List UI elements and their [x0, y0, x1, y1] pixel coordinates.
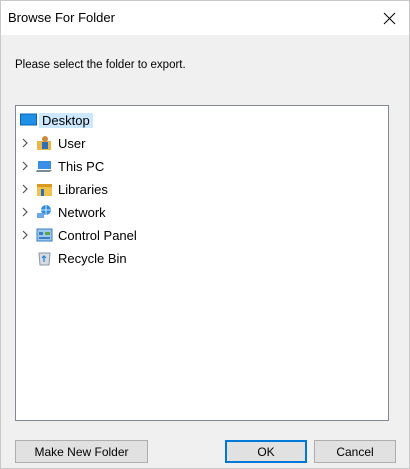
- control-panel-icon: [36, 227, 53, 243]
- folder-tree[interactable]: Desktop User This PC Libraries Network C…: [15, 105, 389, 421]
- expand-chevron-icon[interactable]: [20, 225, 30, 245]
- tree-item-control-panel[interactable]: Control Panel: [20, 225, 137, 245]
- tree-item-label: Recycle Bin: [58, 250, 127, 266]
- cancel-button[interactable]: Cancel: [314, 440, 396, 463]
- tree-item-network[interactable]: Network: [20, 202, 106, 222]
- make-new-folder-button[interactable]: Make New Folder: [15, 440, 148, 463]
- instruction-text: Please select the folder to export.: [15, 59, 186, 71]
- tree-item-libraries[interactable]: Libraries: [20, 179, 108, 199]
- tree-item-recycle-bin[interactable]: Recycle Bin: [36, 248, 127, 268]
- libraries-icon: [36, 181, 53, 197]
- close-icon: [383, 12, 395, 24]
- tree-item-label: Network: [58, 204, 106, 220]
- computer-icon: [36, 158, 53, 174]
- browse-folder-dialog: Browse For Folder Please select the fold…: [0, 0, 410, 469]
- expand-chevron-icon[interactable]: [20, 156, 30, 176]
- recycle-bin-icon: [36, 250, 53, 266]
- expand-chevron-icon[interactable]: [20, 179, 30, 199]
- expand-chevron-icon[interactable]: [20, 202, 30, 222]
- close-button[interactable]: [369, 1, 409, 35]
- desktop-icon: [20, 112, 37, 128]
- tree-item-label: Desktop: [39, 112, 93, 128]
- tree-item-desktop[interactable]: Desktop: [20, 110, 93, 130]
- tree-item-user[interactable]: User: [20, 133, 85, 153]
- tree-item-label: Libraries: [58, 181, 108, 197]
- ok-button[interactable]: OK: [225, 440, 307, 463]
- tree-item-this-pc[interactable]: This PC: [20, 156, 104, 176]
- tree-item-label: Control Panel: [58, 227, 137, 243]
- expand-chevron-icon[interactable]: [20, 133, 30, 153]
- dialog-body: Please select the folder to export. Desk…: [1, 35, 409, 468]
- user-folder-icon: [36, 135, 53, 151]
- tree-item-label: User: [58, 135, 86, 151]
- tree-item-label: This PC: [58, 158, 105, 174]
- title-bar: Browse For Folder: [1, 1, 409, 35]
- network-icon: [36, 204, 53, 220]
- window-title: Browse For Folder: [8, 10, 115, 25]
